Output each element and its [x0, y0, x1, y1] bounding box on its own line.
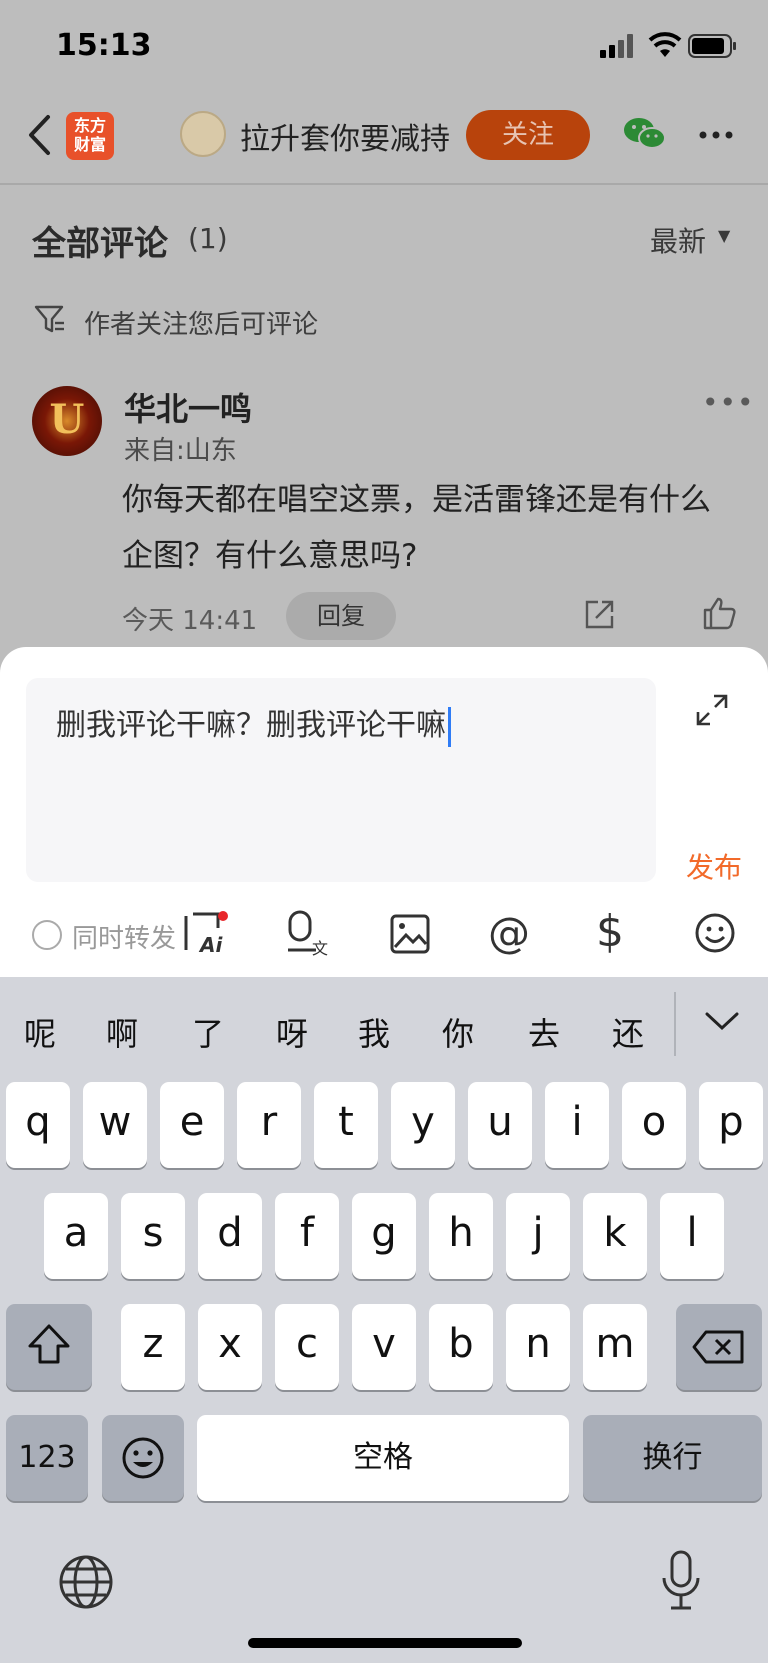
key-y[interactable]: y	[391, 1082, 455, 1168]
emoji-icon[interactable]	[694, 912, 736, 954]
keyboard-emoji-icon	[122, 1437, 164, 1479]
comment-text: 你每天都在唱空这票，是活雷锋还是有什么企图？有什么意思吗?	[122, 482, 711, 574]
publish-button[interactable]: 发布	[686, 846, 742, 886]
comments-title: 全部评论	[32, 224, 168, 264]
key-w[interactable]: w	[83, 1082, 147, 1168]
filter-icon	[34, 305, 64, 333]
key-o[interactable]: o	[622, 1082, 686, 1168]
comment-time: 今天 14:41	[122, 606, 258, 636]
key-d[interactable]: d	[198, 1193, 262, 1279]
key-t[interactable]: t	[314, 1082, 378, 1168]
like-icon[interactable]	[702, 596, 736, 630]
key-r[interactable]: r	[237, 1082, 301, 1168]
candidate-5[interactable]: 我	[358, 1009, 390, 1055]
key-x[interactable]: x	[198, 1304, 262, 1390]
avatar-letter: U	[49, 396, 85, 443]
ai-ask-icon[interactable]: Ai	[182, 910, 230, 956]
candidate-1[interactable]: 呢	[24, 1009, 56, 1055]
candidate-2[interactable]: 啊	[106, 1009, 138, 1055]
commenter-name[interactable]: 华北一鸣	[124, 384, 252, 430]
wifi-icon	[648, 32, 682, 57]
key-l[interactable]: l	[660, 1193, 724, 1279]
battery-icon	[688, 34, 736, 58]
key-p[interactable]: p	[699, 1082, 763, 1168]
sort-selector[interactable]: 最新	[650, 220, 706, 260]
globe-icon[interactable]	[58, 1554, 114, 1610]
key-i[interactable]: i	[545, 1082, 609, 1168]
nav-divider	[0, 183, 768, 185]
logo-text-line2: 财富	[73, 135, 106, 154]
sort-dropdown-icon[interactable]: ▼	[718, 226, 730, 245]
commenter-avatar[interactable]: U	[32, 386, 102, 456]
return-key[interactable]: 换行	[583, 1415, 762, 1501]
logo-text-line1: 东方	[73, 116, 106, 135]
comment-permission-notice: 作者关注您后可评论	[84, 310, 319, 340]
more-options-icon[interactable]	[698, 130, 734, 140]
key-g[interactable]: g	[352, 1193, 416, 1279]
key-f[interactable]: f	[275, 1193, 339, 1279]
signal-icon	[600, 34, 633, 58]
wechat-icon[interactable]	[622, 114, 668, 154]
reply-button[interactable]: 回复	[286, 592, 396, 640]
candidate-4[interactable]: 呀	[276, 1009, 308, 1055]
text-caret	[448, 706, 451, 747]
shift-icon	[28, 1324, 70, 1364]
key-b[interactable]: b	[429, 1304, 493, 1390]
app-logo: 东方 财富	[66, 112, 114, 160]
emoji-key[interactable]	[102, 1415, 184, 1501]
candidate-3[interactable]: 了	[192, 1009, 224, 1055]
comment-input-value[interactable]: 删我评论干嘛？删我评论干嘛	[56, 700, 451, 747]
candidate-divider	[674, 992, 676, 1056]
candidate-7[interactable]: 去	[528, 1009, 560, 1055]
key-n[interactable]: n	[506, 1304, 570, 1390]
key-j[interactable]: j	[506, 1193, 570, 1279]
microphone-icon[interactable]	[660, 1550, 702, 1612]
share-icon[interactable]	[584, 598, 616, 630]
back-arrow-icon[interactable]	[26, 114, 52, 156]
svg-text:文: 文	[312, 939, 328, 956]
candidate-8[interactable]: 还	[612, 1009, 644, 1055]
space-key[interactable]: 空格	[197, 1415, 569, 1501]
author-avatar[interactable]	[180, 111, 226, 157]
key-k[interactable]: k	[583, 1193, 647, 1279]
collapse-candidates-icon[interactable]	[704, 1010, 740, 1032]
home-indicator[interactable]	[248, 1638, 522, 1648]
commenter-location: 来自:山东	[124, 436, 237, 466]
key-e[interactable]: e	[160, 1082, 224, 1168]
repost-checkbox[interactable]	[32, 920, 62, 950]
comment-more-icon[interactable]: •••	[702, 386, 755, 419]
author-name[interactable]: 拉升套你要减持	[240, 114, 450, 158]
key-m[interactable]: m	[583, 1304, 647, 1390]
backspace-icon	[692, 1330, 744, 1364]
stock-dollar-icon[interactable]: $	[596, 906, 624, 957]
key-v[interactable]: v	[352, 1304, 416, 1390]
key-s[interactable]: s	[121, 1193, 185, 1279]
comments-count: (1)	[188, 222, 228, 255]
candidate-6[interactable]: 你	[442, 1009, 474, 1055]
follow-button[interactable]: 关注	[466, 110, 590, 160]
ai-letters: Ai	[198, 933, 223, 956]
repost-label[interactable]: 同时转发	[72, 918, 176, 955]
key-c[interactable]: c	[275, 1304, 339, 1390]
numbers-key[interactable]: 123	[6, 1415, 88, 1501]
mention-icon[interactable]: @	[488, 908, 530, 957]
voice-to-text-icon[interactable]: 文	[286, 910, 330, 956]
shift-key[interactable]	[6, 1304, 92, 1390]
status-time: 15:13	[56, 28, 152, 63]
key-a[interactable]: a	[44, 1193, 108, 1279]
delete-key[interactable]	[676, 1304, 762, 1390]
key-q[interactable]: q	[6, 1082, 70, 1168]
input-text[interactable]: 删我评论干嘛？删我评论干嘛	[56, 708, 446, 743]
expand-icon[interactable]	[694, 692, 730, 728]
key-h[interactable]: h	[429, 1193, 493, 1279]
image-icon[interactable]	[390, 914, 430, 954]
key-z[interactable]: z	[121, 1304, 185, 1390]
key-u[interactable]: u	[468, 1082, 532, 1168]
